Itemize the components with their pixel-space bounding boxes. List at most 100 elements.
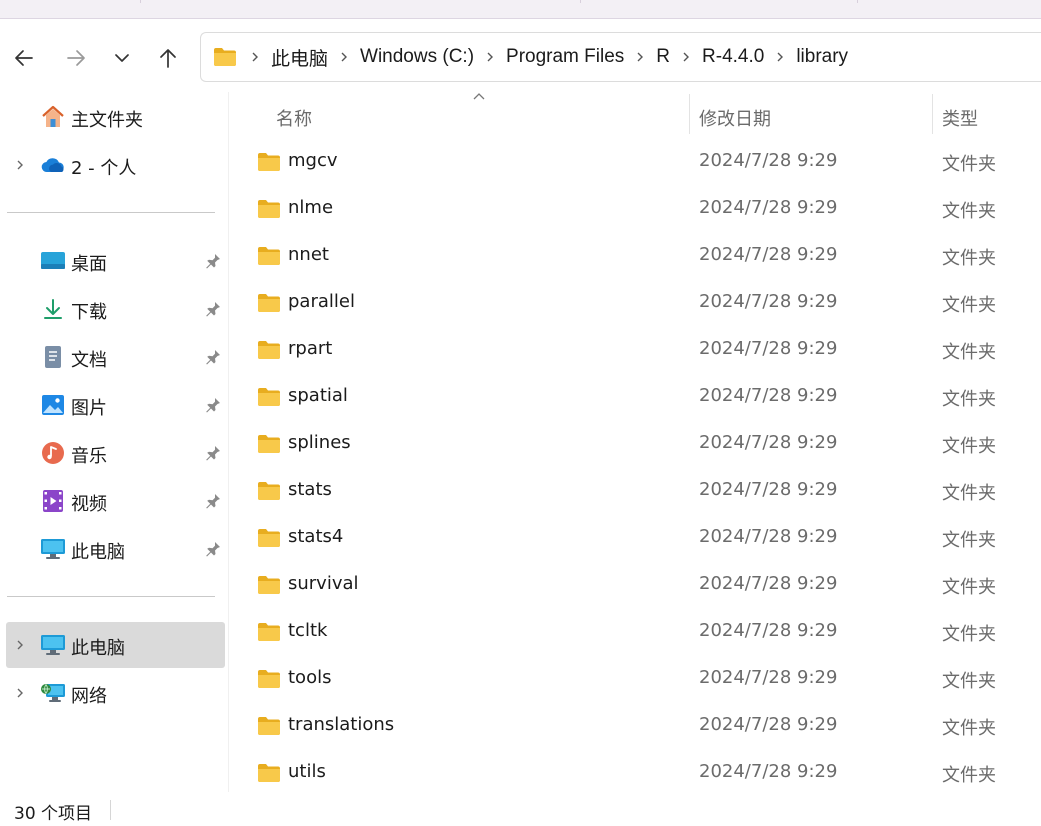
pin-icon[interactable] [204,540,222,558]
breadcrumb-library[interactable]: library [790,46,854,68]
onedrive-cloud-icon [40,153,66,177]
table-row[interactable]: nnet 2024/7/28 9:29 文件夹 [245,234,1041,278]
navigation-pane: 主文件夹 2 - 个人 桌面 下载 文档 图片 音乐 视频 此电脑 此电脑 网络 [0,92,228,792]
back-button[interactable] [8,42,40,74]
breadcrumb-program-files[interactable]: Program Files [500,46,630,68]
folder-icon [257,716,281,736]
pin-icon[interactable] [204,348,222,366]
pin-icon[interactable] [204,252,222,270]
pin-icon[interactable] [204,300,222,318]
chevron-right-icon[interactable] [10,155,30,175]
table-row[interactable]: spatial 2024/7/28 9:29 文件夹 [245,375,1041,419]
file-name[interactable]: rpart [288,338,332,359]
table-row[interactable]: tools 2024/7/28 9:29 文件夹 [245,657,1041,701]
sidebar-item-label: 主文件夹 [71,110,143,131]
arrow-up-icon [160,49,176,68]
this-pc-icon [40,633,66,657]
sidebar-item-label: 桌面 [71,254,107,275]
table-row[interactable]: stats4 2024/7/28 9:29 文件夹 [245,516,1041,560]
file-name[interactable]: stats4 [288,526,343,547]
pin-icon[interactable] [204,492,222,510]
pin-icon[interactable] [204,396,222,414]
breadcrumb-this-pc[interactable]: 此电脑 [265,44,334,71]
sidebar-item-desktop[interactable]: 桌面 [6,238,225,284]
sidebar-item-this-pc-pinned[interactable]: 此电脑 [6,526,225,572]
file-date: 2024/7/28 9:29 [699,479,838,500]
table-row[interactable]: mgcv 2024/7/28 9:29 文件夹 [245,140,1041,184]
breadcrumb-r[interactable]: R [650,46,676,68]
chevron-right-icon[interactable] [10,683,30,703]
file-type: 文件夹 [942,765,996,786]
sidebar-item-downloads[interactable]: 下载 [6,286,225,332]
file-date: 2024/7/28 9:29 [699,432,838,453]
recent-locations-button[interactable] [106,42,138,74]
file-name[interactable]: nnet [288,244,329,265]
navigation-bar: 此电脑 Windows (C:) Program Files R R-4.4.0… [0,20,1041,92]
sidebar-item-videos[interactable]: 视频 [6,478,225,524]
table-row[interactable]: translations 2024/7/28 9:29 文件夹 [245,704,1041,748]
file-type: 文件夹 [942,577,996,598]
column-divider[interactable] [932,94,933,134]
sidebar-item-onedrive[interactable]: 2 - 个人 [6,142,225,188]
table-row[interactable]: stats 2024/7/28 9:29 文件夹 [245,469,1041,513]
folder-icon [257,387,281,407]
item-count: 30 个项目 [14,804,93,824]
table-row[interactable]: rpart 2024/7/28 9:29 文件夹 [245,328,1041,372]
up-button[interactable] [152,42,184,74]
sidebar-item-music[interactable]: 音乐 [6,430,225,476]
sort-ascending-icon [473,93,485,100]
file-name[interactable]: tcltk [288,620,327,641]
sidebar-item-label: 视频 [71,494,107,515]
forward-button[interactable] [60,42,92,74]
pin-icon[interactable] [204,444,222,462]
table-row[interactable]: nlme 2024/7/28 9:29 文件夹 [245,187,1041,231]
file-name[interactable]: translations [288,714,394,735]
breadcrumb-separator-icon [480,51,500,63]
file-name[interactable]: survival [288,573,359,594]
file-name[interactable]: stats [288,479,332,500]
sidebar-item-documents[interactable]: 文档 [6,334,225,380]
file-name[interactable]: utils [288,761,326,782]
table-row[interactable]: tcltk 2024/7/28 9:29 文件夹 [245,610,1041,654]
sidebar-item-pictures[interactable]: 图片 [6,382,225,428]
table-row[interactable]: parallel 2024/7/28 9:29 文件夹 [245,281,1041,325]
file-name[interactable]: splines [288,432,351,453]
status-bar: 30 个项目 [0,795,1041,826]
column-header-name[interactable]: 名称 [276,102,312,134]
address-bar[interactable]: 此电脑 Windows (C:) Program Files R R-4.4.0… [200,32,1041,82]
table-row[interactable]: utils 2024/7/28 9:29 文件夹 [245,751,1041,795]
file-name[interactable]: nlme [288,197,333,218]
file-type: 文件夹 [942,671,996,692]
table-row[interactable]: splines 2024/7/28 9:29 文件夹 [245,422,1041,466]
sidebar-item-label: 2 - 个人 [71,158,137,179]
music-icon [40,441,66,465]
file-name[interactable]: parallel [288,291,355,312]
folder-icon [257,528,281,548]
file-type: 文件夹 [942,342,996,363]
breadcrumb-drive-c[interactable]: Windows (C:) [354,46,480,68]
table-row[interactable]: survival 2024/7/28 9:29 文件夹 [245,563,1041,607]
breadcrumb-r-version[interactable]: R-4.4.0 [696,46,770,68]
file-type: 文件夹 [942,718,996,739]
column-header-type[interactable]: 类型 [942,102,978,134]
sidebar-item-home[interactable]: 主文件夹 [6,94,225,140]
file-type: 文件夹 [942,483,996,504]
file-date: 2024/7/28 9:29 [699,526,838,547]
documents-icon [40,345,66,369]
folder-icon [257,481,281,501]
column-header-date[interactable]: 修改日期 [699,102,771,134]
folder-icon [257,199,281,219]
sidebar-item-network[interactable]: 网络 [6,670,225,716]
chevron-right-icon[interactable] [10,635,30,655]
file-type: 文件夹 [942,295,996,316]
file-name[interactable]: mgcv [288,150,338,171]
sidebar-item-this-pc[interactable]: 此电脑 [6,622,225,668]
file-name[interactable]: tools [288,667,331,688]
file-date: 2024/7/28 9:29 [699,620,838,641]
file-name[interactable]: spatial [288,385,348,406]
column-divider[interactable] [689,94,690,134]
sidebar-item-label: 下载 [71,302,107,323]
sidebar-item-label: 音乐 [71,446,107,467]
folder-icon [257,246,281,266]
status-divider [110,800,111,820]
